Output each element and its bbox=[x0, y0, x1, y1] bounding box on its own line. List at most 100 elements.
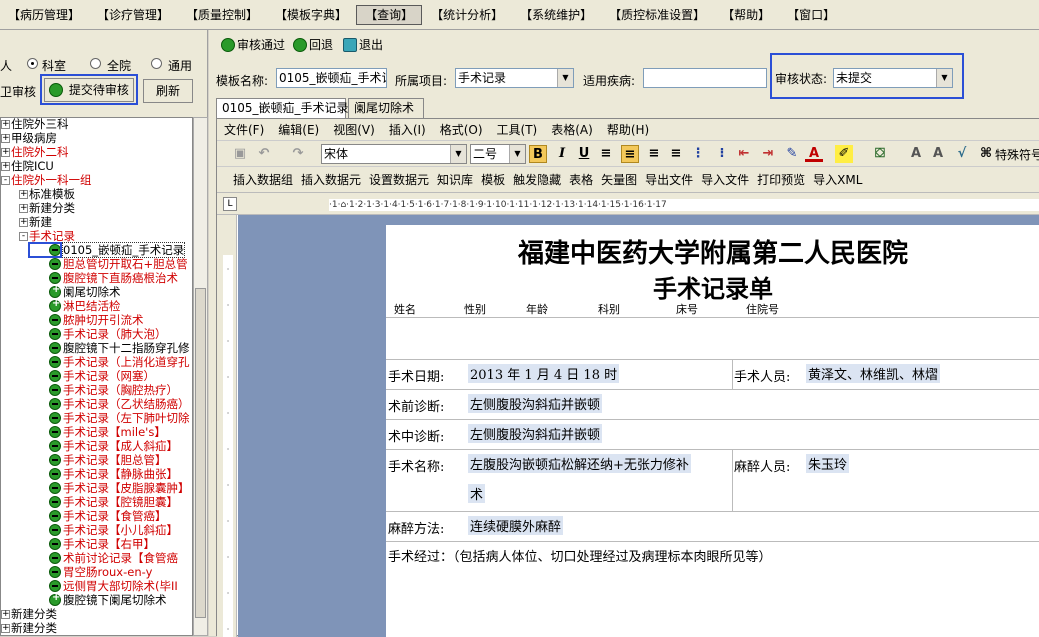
tree-item[interactable]: 手术记录【皮脂腺囊肿】 bbox=[63, 481, 190, 495]
row-value-2[interactable]: 朱玉玲 bbox=[806, 454, 850, 473]
menu-item-1[interactable]: 【诊疗管理】 bbox=[89, 5, 177, 25]
insert-toolbar-button[interactable]: 导出文件 bbox=[641, 171, 697, 188]
expand-icon[interactable]: + bbox=[1, 624, 10, 633]
row-value[interactable]: 左侧腹股沟斜疝并嵌顿 bbox=[468, 394, 603, 413]
outdent-icon[interactable]: ⇤ bbox=[735, 145, 753, 163]
insert-toolbar-button[interactable]: 知识库 bbox=[433, 171, 477, 188]
save-icon[interactable]: ▣ bbox=[231, 145, 249, 163]
tree-item[interactable]: 新建分类 bbox=[11, 607, 57, 621]
insert-toolbar-button[interactable]: 表格 bbox=[565, 171, 597, 188]
approve-button[interactable]: 审核通过 bbox=[221, 36, 285, 54]
status-select[interactable]: 未提交 ▼ bbox=[833, 68, 953, 88]
template-tree[interactable]: + 住院外三科 + 甲级病房 + 住院外二科 + 住院ICU - 住院外一科一组 + 标准模板 + 新建分… bbox=[0, 117, 193, 636]
italic-icon[interactable]: I bbox=[553, 145, 571, 163]
tab-appendectomy[interactable]: 阑尾切除术 bbox=[348, 98, 424, 118]
tree-item[interactable]: 手术记录【食管癌】 bbox=[63, 509, 167, 523]
bold-icon[interactable]: B bbox=[529, 145, 547, 163]
disease-input[interactable] bbox=[643, 68, 767, 88]
tree-item[interactable]: 住院ICU bbox=[11, 159, 54, 173]
tree-item[interactable]: 阑尾切除术 bbox=[63, 285, 121, 299]
tree-scrollbar[interactable] bbox=[193, 117, 208, 636]
row-value[interactable]: 2013 年 1 月 4 日 18 时 bbox=[468, 364, 620, 383]
radio-general[interactable] bbox=[151, 58, 162, 69]
expand-icon[interactable]: + bbox=[1, 610, 10, 619]
tree-item[interactable]: 手术记录 bbox=[29, 229, 75, 243]
menu-item-3[interactable]: 【模板字典】 bbox=[267, 5, 355, 25]
row-value-continued[interactable]: 术 bbox=[468, 484, 486, 503]
partial-approve-button[interactable]: 卫审核 bbox=[0, 83, 36, 100]
tree-item[interactable]: 住院外三科 bbox=[11, 118, 69, 131]
editor-menu-item[interactable]: 格式(O) bbox=[433, 121, 490, 138]
align-right-icon[interactable]: ≡ bbox=[645, 145, 663, 163]
tree-item[interactable]: 0105_嵌顿疝_手术记录 bbox=[61, 242, 186, 258]
highlight-icon[interactable]: ✐ bbox=[835, 145, 853, 163]
tree-item[interactable]: 手术记录【静脉曲张】 bbox=[63, 467, 178, 481]
refresh-button[interactable]: 刷新 bbox=[143, 79, 193, 103]
row-value-2[interactable]: 黄泽文、林维凯、林熠 bbox=[806, 364, 941, 383]
tree-item[interactable]: 手术记录【腔镜胆囊】 bbox=[63, 495, 178, 509]
tree-item[interactable]: 新建 bbox=[29, 215, 52, 229]
tree-item[interactable]: 住院外一科一组 bbox=[11, 173, 92, 187]
expand-icon[interactable]: + bbox=[1, 148, 10, 157]
shrink-font-icon[interactable]: A bbox=[929, 145, 947, 163]
tree-item[interactable]: 手术记录【胆总管】 bbox=[63, 453, 167, 467]
special-symbol-icon[interactable]: ⌘ bbox=[977, 145, 995, 163]
font-family-select[interactable]: 宋体 ▼ bbox=[321, 144, 467, 164]
template-name-input[interactable]: 0105_嵌顿疝_手术记 bbox=[276, 68, 387, 88]
tree-item[interactable]: 手术记录【成人斜疝】 bbox=[63, 439, 178, 453]
undo-icon[interactable]: ↶ bbox=[255, 145, 273, 163]
editor-menu-item[interactable]: 表格(A) bbox=[544, 121, 600, 138]
insert-toolbar-button[interactable]: 导入XML bbox=[809, 171, 866, 188]
insert-toolbar-button[interactable]: 矢量图 bbox=[597, 171, 641, 188]
tree-item[interactable]: 手术记录【小儿斜疝】 bbox=[63, 523, 178, 537]
collapse-icon[interactable]: - bbox=[1, 176, 10, 185]
expand-icon[interactable]: + bbox=[1, 134, 10, 143]
align-center-icon[interactable]: ≡ bbox=[621, 145, 639, 163]
expand-icon[interactable]: + bbox=[1, 162, 10, 171]
underline-icon[interactable]: U bbox=[575, 145, 593, 163]
tab-hernia-record[interactable]: 0105_嵌顿疝_手术记录 bbox=[216, 98, 349, 118]
document-page[interactable]: 福建中医药大学附属第二人民医院 手术记录单 姓名 性别 年龄 科别 床号 住院号 手术日期… bbox=[386, 225, 1039, 637]
insert-toolbar-button[interactable]: 触发隐藏 bbox=[509, 171, 565, 188]
tree-item[interactable]: 腹腔镜下直肠癌根治术 bbox=[63, 271, 178, 285]
editor-menu-item[interactable]: 工具(T) bbox=[490, 121, 545, 138]
tree-item[interactable]: 标准模板 bbox=[29, 187, 75, 201]
tree-item[interactable]: 胆总管切开取石+胆总管 bbox=[63, 257, 188, 271]
project-select[interactable]: 手术记录 ▼ bbox=[455, 68, 574, 88]
radio-dept[interactable] bbox=[27, 58, 38, 69]
tree-item[interactable]: 手术记录（胸腔热疗） bbox=[63, 383, 178, 397]
expand-icon[interactable]: + bbox=[19, 190, 28, 199]
special-symbol-button[interactable]: 特殊符号 bbox=[995, 146, 1039, 163]
insert-toolbar-button[interactable]: 插入数据元 bbox=[297, 171, 365, 188]
editor-menu-item[interactable]: 视图(V) bbox=[326, 121, 382, 138]
insert-toolbar-button[interactable]: 导入文件 bbox=[697, 171, 753, 188]
tree-item[interactable]: 手术记录【右甲】 bbox=[63, 537, 155, 551]
row-value[interactable]: 左腹股沟嵌顿疝松解还纳+无张力修补 bbox=[468, 454, 691, 473]
font-color-icon[interactable]: A bbox=[805, 145, 823, 162]
align-left-icon[interactable]: ≡ bbox=[597, 145, 615, 163]
exit-button[interactable]: 退出 bbox=[343, 36, 383, 54]
bullet-list-icon[interactable]: ⁝ bbox=[713, 145, 731, 163]
tree-item[interactable]: 远侧胃大部切除术(毕II bbox=[63, 579, 178, 593]
menu-item-7[interactable]: 【质控标准设置】 bbox=[601, 5, 713, 25]
menu-item-5[interactable]: 【统计分析】 bbox=[423, 5, 511, 25]
menu-item-2[interactable]: 【质量控制】 bbox=[178, 5, 266, 25]
row-value[interactable]: 左侧腹股沟斜疝并嵌顿 bbox=[468, 424, 603, 443]
menu-item-8[interactable]: 【帮助】 bbox=[714, 5, 778, 25]
indent-icon[interactable]: ⇥ bbox=[759, 145, 777, 163]
brush-icon[interactable]: ✎ bbox=[783, 145, 801, 163]
tree-item[interactable]: 住院外二科 bbox=[11, 145, 69, 159]
tree-item[interactable]: 脓肿切开引流术 bbox=[63, 313, 144, 327]
collapse-icon[interactable]: - bbox=[19, 232, 28, 241]
insert-toolbar-button[interactable]: 插入数据组 bbox=[229, 171, 297, 188]
equation-icon[interactable]: √ bbox=[953, 145, 971, 163]
tree-item[interactable]: 手术记录（肺大泡） bbox=[63, 327, 167, 341]
insert-toolbar-button[interactable]: 设置数据元 bbox=[365, 171, 433, 188]
expand-icon[interactable]: + bbox=[19, 204, 28, 213]
tree-item[interactable]: 手术记录（乙状结肠癌） bbox=[63, 397, 190, 411]
insert-toolbar-button[interactable]: 打印预览 bbox=[753, 171, 809, 188]
menu-item-9[interactable]: 【窗口】 bbox=[779, 5, 843, 25]
editor-menu-item[interactable]: 插入(I) bbox=[382, 121, 433, 138]
editor-menu-item[interactable]: 编辑(E) bbox=[271, 121, 326, 138]
justify-icon[interactable]: ≡ bbox=[667, 145, 685, 163]
